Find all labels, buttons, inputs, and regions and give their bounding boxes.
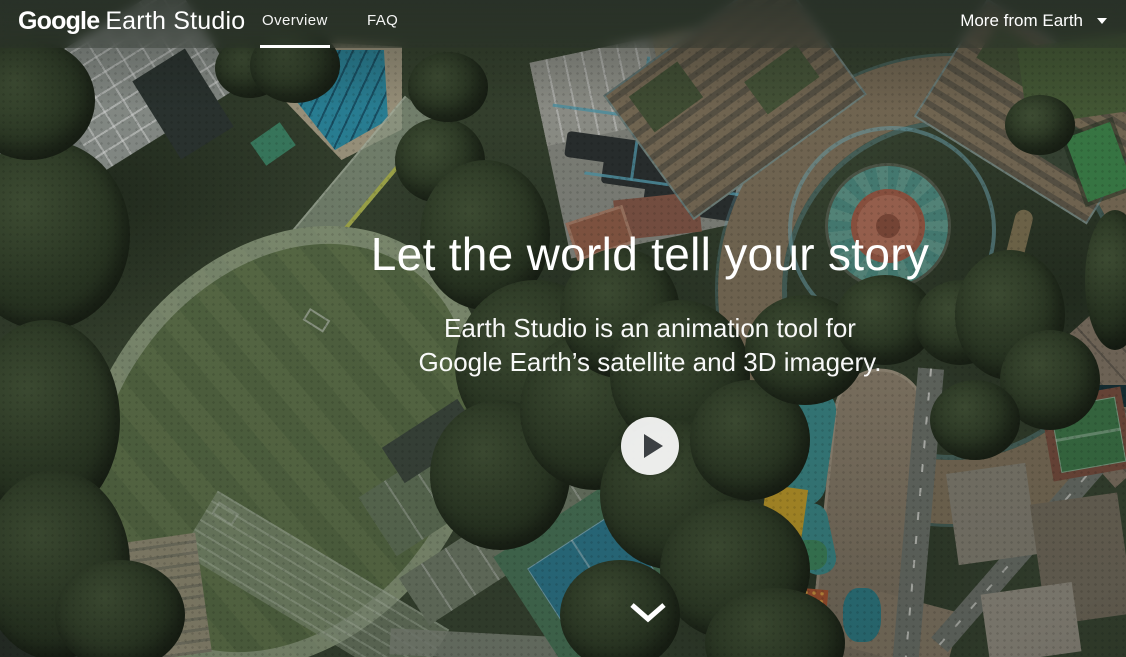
play-icon: [644, 434, 663, 458]
logo-brand: Google: [18, 7, 99, 35]
nav-tab-overview[interactable]: Overview: [262, 12, 328, 29]
more-from-earth-label: More from Earth: [960, 11, 1083, 31]
hero-content: Let the world tell your story Earth Stud…: [174, 0, 1126, 475]
logo[interactable]: GoogleEarth Studio: [18, 7, 245, 36]
top-navigation-bar: GoogleEarth Studio Overview FAQ More fro…: [0, 0, 1126, 48]
nav-tab-faq[interactable]: FAQ: [367, 12, 398, 29]
hero-title: Let the world tell your story: [174, 228, 1126, 281]
play-video-button[interactable]: [621, 417, 679, 475]
hero-subtitle: Earth Studio is an animation tool for Go…: [174, 311, 1126, 379]
hero-section: GoogleEarth Studio Overview FAQ More fro…: [0, 0, 1126, 657]
map-parking-lot: [84, 533, 212, 657]
logo-product: Earth Studio: [105, 7, 245, 35]
scroll-down-chevron[interactable]: [628, 600, 668, 631]
chevron-down-icon: [628, 600, 668, 626]
more-from-earth-menu[interactable]: More from Earth: [960, 11, 1107, 31]
map-track-apron: [181, 491, 450, 657]
caret-down-icon: [1097, 18, 1107, 24]
map-playground-yellow: [760, 484, 808, 537]
